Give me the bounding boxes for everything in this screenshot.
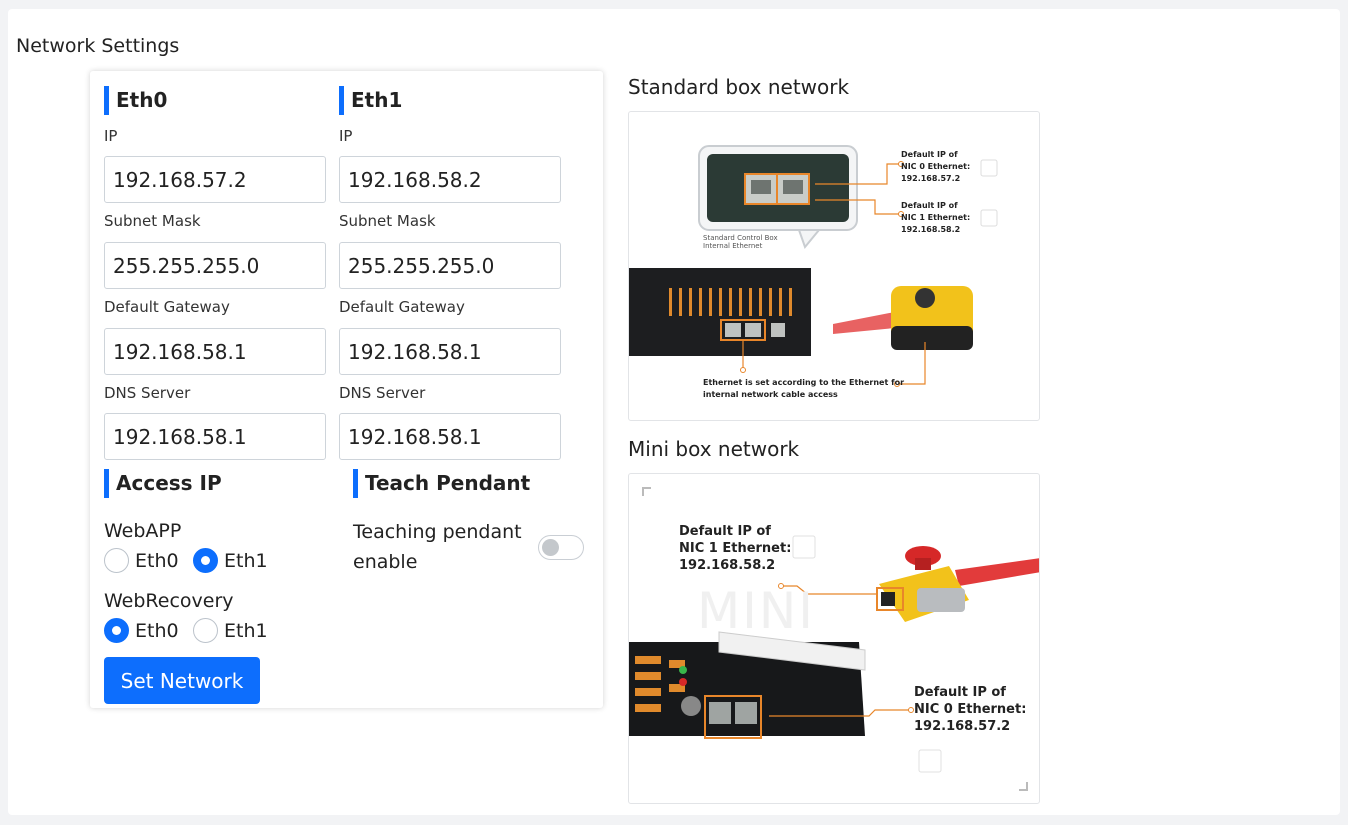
radio-label: Eth1 xyxy=(224,619,268,642)
page-title: Network Settings xyxy=(16,35,180,57)
teach-pendant-heading: Teach Pendant xyxy=(353,468,530,498)
set-network-button[interactable]: Set Network xyxy=(104,657,260,704)
eth0-mask-input[interactable] xyxy=(104,242,326,289)
radio-label: Eth0 xyxy=(135,619,179,642)
std-nic1-ip: 192.168.58.2 xyxy=(901,225,961,234)
mini-box-diagram: MINI Default IP of NIC 1 Ethernet: 192.1… xyxy=(628,473,1040,804)
webapp-label: WebAPP xyxy=(104,520,182,542)
network-settings-page: Network Settings Eth0 IP Subnet Mask Def… xyxy=(8,9,1340,815)
teach-pendant-label-line1: Teaching pendant xyxy=(353,521,522,543)
eth0-ip-label: IP xyxy=(104,127,118,145)
network-config-card: Eth0 IP Subnet Mask Default Gateway DNS … xyxy=(90,71,603,708)
callout-internal-label: Internal Ethernet xyxy=(703,242,763,250)
mini-nic1-ip: 192.168.58.2 xyxy=(679,558,776,573)
eth1-gateway-label: Default Gateway xyxy=(339,298,465,316)
mini-nic0-line1: Default IP of xyxy=(914,685,1006,700)
mini-nic1-line1: Default IP of xyxy=(679,524,771,539)
mini-nic0-line2: NIC 0 Ethernet: xyxy=(914,702,1027,717)
radio-label: Eth1 xyxy=(224,549,268,572)
eth0-gateway-input[interactable] xyxy=(104,328,326,375)
std-note-line1: Ethernet is set according to the Etherne… xyxy=(703,378,905,387)
radio-indicator-selected xyxy=(104,618,129,643)
teach-pendant-toggle[interactable] xyxy=(538,535,584,560)
webapp-eth0-radio[interactable]: Eth0 xyxy=(104,548,179,573)
mini-watermark: MINI xyxy=(697,582,816,640)
std-nic0-line2: NIC 0 Ethernet: xyxy=(901,162,971,171)
standard-box-diagram: Standard Control Box Internal Ethernet D… xyxy=(628,111,1040,421)
eth1-heading: Eth1 xyxy=(339,85,402,115)
mini-nic1-line2: NIC 1 Ethernet: xyxy=(679,541,792,556)
eth1-mask-label: Subnet Mask xyxy=(339,212,436,230)
standard-box-illustration xyxy=(629,145,998,387)
eth0-heading: Eth0 xyxy=(104,85,167,115)
standard-box-title: Standard box network xyxy=(628,75,850,99)
access-ip-heading: Access IP xyxy=(104,468,222,498)
webrecovery-eth0-radio[interactable]: Eth0 xyxy=(104,618,179,643)
eth1-gateway-input[interactable] xyxy=(339,328,561,375)
std-note-line2: internal network cable access xyxy=(703,390,838,399)
eth1-ip-label: IP xyxy=(339,127,353,145)
std-nic1-line2: NIC 1 Ethernet: xyxy=(901,213,971,222)
mini-nic0-ip: 192.168.57.2 xyxy=(914,719,1011,734)
mini-box-title: Mini box network xyxy=(628,437,800,461)
webrecovery-label: WebRecovery xyxy=(104,590,234,612)
radio-indicator-selected xyxy=(193,548,218,573)
std-nic0-line1: Default IP of xyxy=(901,150,958,159)
eth1-ip-input[interactable] xyxy=(339,156,561,203)
eth1-mask-input[interactable] xyxy=(339,242,561,289)
eth0-mask-label: Subnet Mask xyxy=(104,212,201,230)
webrecovery-eth1-radio[interactable]: Eth1 xyxy=(193,618,268,643)
eth0-gateway-label: Default Gateway xyxy=(104,298,230,316)
eth0-dns-label: DNS Server xyxy=(104,384,191,402)
radio-label: Eth0 xyxy=(135,549,179,572)
teach-pendant-label-line2: enable xyxy=(353,551,418,573)
eth1-dns-label: DNS Server xyxy=(339,384,426,402)
callout-box-label: Standard Control Box xyxy=(703,234,778,242)
std-nic0-ip: 192.168.57.2 xyxy=(901,174,961,183)
std-nic1-line1: Default IP of xyxy=(901,201,958,210)
webapp-eth1-radio[interactable]: Eth1 xyxy=(193,548,268,573)
eth1-dns-input[interactable] xyxy=(339,413,561,460)
eth0-ip-input[interactable] xyxy=(104,156,326,203)
toggle-knob xyxy=(542,539,559,556)
radio-indicator xyxy=(104,548,129,573)
radio-indicator xyxy=(193,618,218,643)
eth0-dns-input[interactable] xyxy=(104,413,326,460)
